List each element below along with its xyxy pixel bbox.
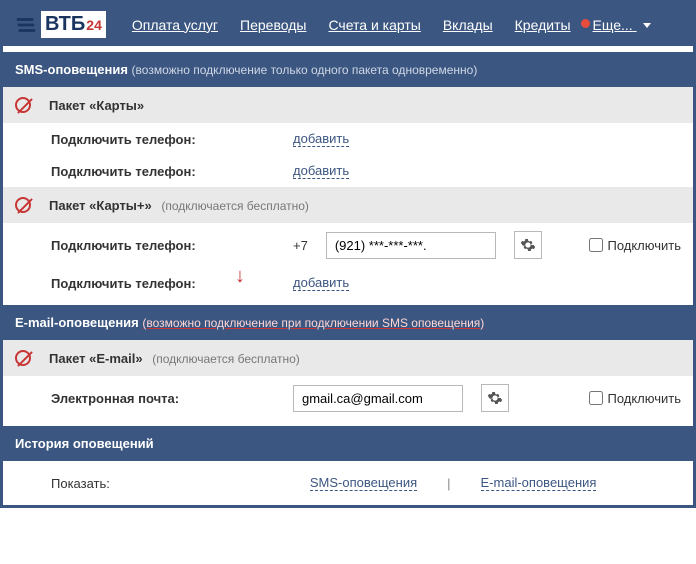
disabled-icon — [15, 197, 31, 213]
pkg-cards-title: Пакет «Карты» — [49, 98, 144, 113]
email-note: (возможно подключение при подключении SM… — [142, 316, 484, 330]
pkg-cards-plus-row: Пакет «Карты+» (подключается бесплатно) — [3, 187, 693, 223]
chevron-down-icon — [643, 23, 651, 28]
header: ВТБ24 Оплата услуг Переводы Счета и карт… — [3, 3, 693, 46]
nav-more-label: Еще... — [593, 17, 633, 33]
pkg-cards-plus-title: Пакет «Карты+» (подключается бесплатно) — [49, 198, 309, 213]
gear-icon — [487, 390, 503, 406]
main-nav: Оплата услуг Переводы Счета и карты Вкла… — [132, 17, 651, 33]
email-title: E-mail-оповещения — [15, 315, 139, 330]
gear-button[interactable] — [481, 384, 509, 412]
email-field-row: Электронная почта: Подключить — [3, 376, 693, 420]
pkg-email-title: Пакет «E-mail» (подключается бесплатно) — [49, 351, 300, 366]
logo: ВТБ24 — [15, 11, 106, 38]
connect-checkbox[interactable] — [589, 238, 603, 252]
add-phone-link[interactable]: добавить — [293, 163, 349, 179]
gear-icon — [520, 237, 536, 253]
disabled-icon — [15, 350, 31, 366]
connect-label: Подключить — [607, 391, 681, 406]
disabled-icon — [15, 97, 31, 113]
logo-icon — [15, 14, 37, 36]
connect-label: Подключить — [607, 238, 681, 253]
nav-credits[interactable]: Кредиты — [515, 17, 571, 33]
divider: | — [447, 476, 450, 491]
pkg2-note: (подключается бесплатно) — [161, 199, 309, 213]
connect-checkbox[interactable] — [589, 391, 603, 405]
history-show-label: Показать: — [51, 476, 110, 491]
email-label: Электронная почта: — [51, 391, 281, 406]
history-sms-link[interactable]: SMS-оповещения — [310, 475, 417, 491]
add-phone-link[interactable]: добавить — [293, 275, 349, 291]
sms-title: SMS-оповещения — [15, 62, 128, 77]
nav-more[interactable]: Еще... — [593, 17, 651, 33]
gear-button[interactable] — [514, 231, 542, 259]
phone-prefix: +7 — [293, 238, 308, 253]
nav-pay[interactable]: Оплата услуг — [132, 17, 218, 33]
history-email-link[interactable]: E-mail-оповещения — [481, 475, 597, 491]
history-title: История оповещений — [15, 436, 154, 451]
email-input[interactable] — [293, 385, 463, 412]
pkg-email-note: (подключается бесплатно) — [152, 352, 300, 366]
phone-input[interactable] — [326, 232, 496, 259]
logo-text: ВТБ24 — [41, 11, 106, 38]
history-section-header: История оповещений — [3, 426, 693, 461]
connect-checkbox-wrap[interactable]: Подключить — [589, 238, 681, 253]
sms-section-header: SMS-оповещения (возможно подключение тол… — [3, 52, 693, 87]
connect-checkbox-wrap[interactable]: Подключить — [589, 391, 681, 406]
phone-label: Подключить телефон: — [51, 276, 281, 291]
nav-deposits[interactable]: Вклады — [443, 17, 493, 33]
phone-label: Подключить телефон: — [51, 164, 281, 179]
history-row: Показать: SMS-оповещения | E-mail-оповещ… — [3, 461, 693, 505]
pkg2-phone-row-1: Подключить телефон: +7 Подключить — [3, 223, 693, 267]
sms-note: (возможно подключение только одного паке… — [132, 63, 478, 77]
pkg1-phone-row-1: Подключить телефон: добавить — [3, 123, 693, 155]
phone-label: Подключить телефон: — [51, 238, 281, 253]
nav-accounts[interactable]: Счета и карты — [328, 17, 420, 33]
add-phone-link[interactable]: добавить — [293, 131, 349, 147]
pkg-email-row: Пакет «E-mail» (подключается бесплатно) — [3, 340, 693, 376]
email-section-header: E-mail-оповещения (возможно подключение … — [3, 305, 693, 340]
phone-label: Подключить телефон: — [51, 132, 281, 147]
alert-icon — [581, 19, 590, 28]
nav-transfers[interactable]: Переводы — [240, 17, 306, 33]
pkg-email-title-text: Пакет «E-mail» — [49, 351, 143, 366]
pkg2-phone-row-2: ↓ Подключить телефон: добавить — [3, 267, 693, 299]
pkg2-title-text: Пакет «Карты+» — [49, 198, 152, 213]
pkg1-phone-row-2: Подключить телефон: добавить — [3, 155, 693, 187]
pkg-cards-row: Пакет «Карты» — [3, 87, 693, 123]
